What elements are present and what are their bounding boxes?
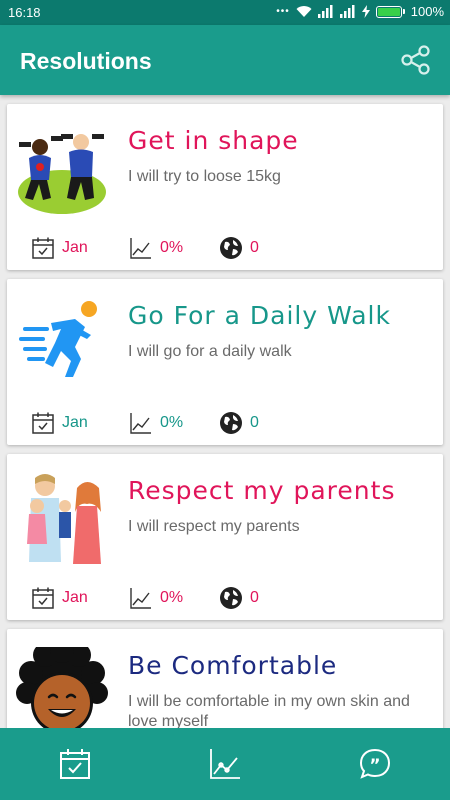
resolution-list: Get in shape I will try to loose 15kg Ja… <box>0 95 450 728</box>
battery-icon <box>375 5 405 18</box>
share-count: 0 <box>250 414 259 431</box>
bottom-navigation: ” <box>0 728 450 800</box>
charging-icon <box>361 5 370 18</box>
share-icon[interactable] <box>400 45 432 75</box>
app-bar: Resolutions <box>0 25 450 95</box>
svg-text:”: ” <box>369 756 380 776</box>
resolution-description: I will respect my parents <box>128 518 300 535</box>
resolution-meta: Jan 0% 0 <box>31 411 259 435</box>
chart-line-icon <box>130 238 151 259</box>
page-title: Resolutions <box>20 48 152 74</box>
resolution-card[interactable]: Go For a Daily Walk I will go for a dail… <box>7 279 443 445</box>
resolution-title: Respect my parents <box>128 476 396 505</box>
chart-line-icon[interactable] <box>208 747 242 781</box>
share-count: 0 <box>250 239 259 256</box>
progress-value: 0% <box>160 414 184 431</box>
resolution-card[interactable]: Respect my parents I will respect my par… <box>7 454 443 620</box>
resolution-description: I will go for a daily walk <box>128 343 292 360</box>
month-label: Jan <box>62 589 88 606</box>
status-icons: ••• 100% <box>276 4 444 19</box>
resolution-title: Go For a Daily Walk <box>128 301 391 330</box>
resolution-card[interactable]: Get in shape I will try to loose 15kg Ja… <box>7 104 443 270</box>
resolution-meta: Jan 0% 0 <box>31 236 259 260</box>
globe-icon <box>220 237 242 259</box>
calendar-check-icon <box>32 587 54 609</box>
signal-icon-2 <box>339 5 355 18</box>
wifi-icon <box>296 6 312 18</box>
share-count: 0 <box>250 589 259 606</box>
month-label: Jan <box>62 239 88 256</box>
calendar-check-icon <box>32 412 54 434</box>
status-bar: 16:18 ••• 100% <box>0 0 450 25</box>
progress-value: 0% <box>160 589 184 606</box>
notification-dots-icon: ••• <box>276 6 290 17</box>
globe-icon <box>220 412 242 434</box>
resolution-meta: Jan 0% 0 <box>31 586 259 610</box>
progress-value: 0% <box>160 239 184 256</box>
calendar-check-icon <box>32 237 54 259</box>
status-time: 16:18 <box>8 5 41 20</box>
runner-illustration <box>19 301 97 377</box>
month-label: Jan <box>62 414 88 431</box>
chart-line-icon <box>130 413 151 434</box>
resolution-description: I will be comfortable in my own skin and… <box>128 693 410 728</box>
resolution-description: I will try to loose 15kg <box>128 168 281 185</box>
resolution-card[interactable]: Be Comfortable I will be comfortable in … <box>7 629 443 728</box>
calendar-check-icon[interactable] <box>58 747 92 781</box>
resolution-title: Get in shape <box>128 126 299 155</box>
smiling-face-illustration <box>16 647 108 728</box>
signal-icon <box>317 5 333 18</box>
quote-bubble-icon[interactable]: ” <box>358 747 392 781</box>
chart-line-icon <box>130 588 151 609</box>
battery-level: 100% <box>410 4 444 19</box>
exercise-illustration <box>18 134 106 214</box>
resolution-title: Be Comfortable <box>128 651 338 680</box>
globe-icon <box>220 587 242 609</box>
family-illustration <box>27 474 101 564</box>
